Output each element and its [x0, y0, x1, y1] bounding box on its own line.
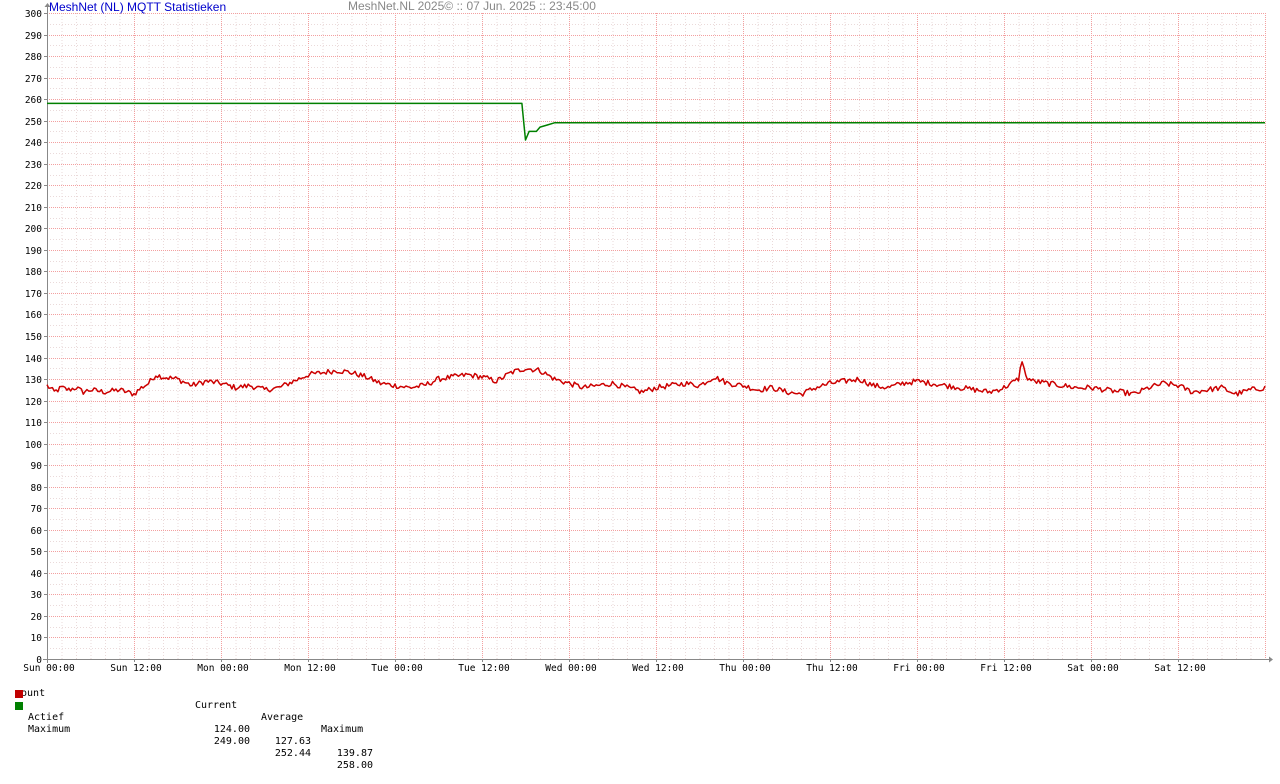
axes — [43, 3, 1273, 663]
x-tick-label: Sun 00:00 — [23, 663, 75, 674]
timestamp: MeshNet.NL 2025© :: 07 Jun. 2025 :: 23:4… — [348, 0, 596, 13]
y-tick-label: 240 — [25, 138, 42, 149]
x-tick-label: Tue 12:00 — [458, 663, 510, 674]
y-tick-label: 230 — [25, 160, 42, 171]
y-tick-label: 60 — [31, 526, 43, 537]
legend-header: count Current Average Maximum — [15, 676, 363, 735]
y-tick-label: 100 — [25, 440, 42, 451]
legend-name: Maximum — [28, 724, 71, 735]
x-tick-label: Mon 12:00 — [284, 663, 336, 674]
y-tick-label: 110 — [25, 418, 42, 429]
y-tick-label: 90 — [31, 461, 43, 472]
y-tick-label: 250 — [25, 117, 42, 128]
legend-current: 124.00 — [213, 724, 250, 735]
y-tick-label: 10 — [31, 633, 43, 644]
x-tick-label: Thu 12:00 — [806, 663, 858, 674]
y-tick-label: 220 — [25, 181, 42, 192]
x-tick-label: Mon 00:00 — [197, 663, 249, 674]
y-tick-label: 70 — [31, 504, 43, 515]
x-tick-label: Fri 00:00 — [893, 663, 945, 674]
y-tick-label: 20 — [31, 612, 43, 623]
x-tick-label: Sat 00:00 — [1067, 663, 1119, 674]
y-tick-labels: 0102030405060708090100110120130140150160… — [25, 9, 42, 666]
legend-current: 249.00 — [213, 736, 250, 747]
x-tick-label: Sat 12:00 — [1154, 663, 1206, 674]
x-tick-label: Thu 00:00 — [719, 663, 771, 674]
legend: count Current Average Maximum Actief 124… — [15, 676, 373, 771]
legend-maximum: 139.87 — [336, 748, 373, 759]
x-tick-label: Wed 12:00 — [632, 663, 684, 674]
y-tick-label: 40 — [31, 569, 43, 580]
chart-title: MeshNet (NL) MQTT Statistieken — [49, 0, 227, 14]
legend-row-maximum: Maximum 249.00 252.44 258.00 — [15, 700, 373, 771]
y-tick-label: 300 — [25, 9, 42, 20]
y-tick-label: 150 — [25, 332, 42, 343]
x-axis-arrow — [1269, 656, 1273, 663]
y-tick-label: 130 — [25, 375, 42, 386]
legend-col-current: Current — [195, 700, 238, 711]
y-tick-label: 200 — [25, 224, 42, 235]
legend-swatch-maximum — [15, 702, 23, 710]
y-tick-label: 50 — [31, 547, 43, 558]
chart-svg: 0102030405060708090100110120130140150160… — [23, 3, 1273, 674]
legend-col-average: Average — [261, 712, 304, 723]
y-tick-label: 290 — [25, 31, 42, 42]
legend-col-maximum: Maximum — [321, 724, 364, 735]
y-tick-label: 80 — [31, 483, 43, 494]
y-tick-label: 210 — [25, 203, 42, 214]
y-tick-label: 170 — [25, 289, 42, 300]
legend-average: 252.44 — [274, 748, 311, 759]
x-tick-label: Wed 00:00 — [545, 663, 597, 674]
legend-maximum: 258.00 — [336, 760, 373, 771]
x-tick-label: Tue 00:00 — [371, 663, 423, 674]
x-tick-label: Fri 12:00 — [980, 663, 1032, 674]
y-tick-label: 30 — [31, 590, 43, 601]
y-tick-label: 140 — [25, 354, 42, 365]
y-tick-label: 160 — [25, 310, 42, 321]
y-tick-label: 280 — [25, 52, 42, 63]
y-tick-label: 260 — [25, 95, 42, 106]
y-tick-label: 190 — [25, 246, 42, 257]
x-tick-labels: Sun 00:00 Sun 12:00 Mon 00:00 Mon 12:00 Tue … — [23, 663, 1206, 674]
x-tick-label: Sun 12:00 — [110, 663, 162, 674]
y-tick-label: 180 — [25, 267, 42, 278]
legend-row-actief: Actief 124.00 127.63 139.87 — [15, 688, 373, 759]
grid-lines — [47, 13, 1266, 660]
legend-swatch-actief — [15, 690, 23, 698]
legend-average: 127.63 — [274, 736, 311, 747]
y-tick-label: 120 — [25, 397, 42, 408]
y-tick-label: 270 — [25, 74, 42, 85]
